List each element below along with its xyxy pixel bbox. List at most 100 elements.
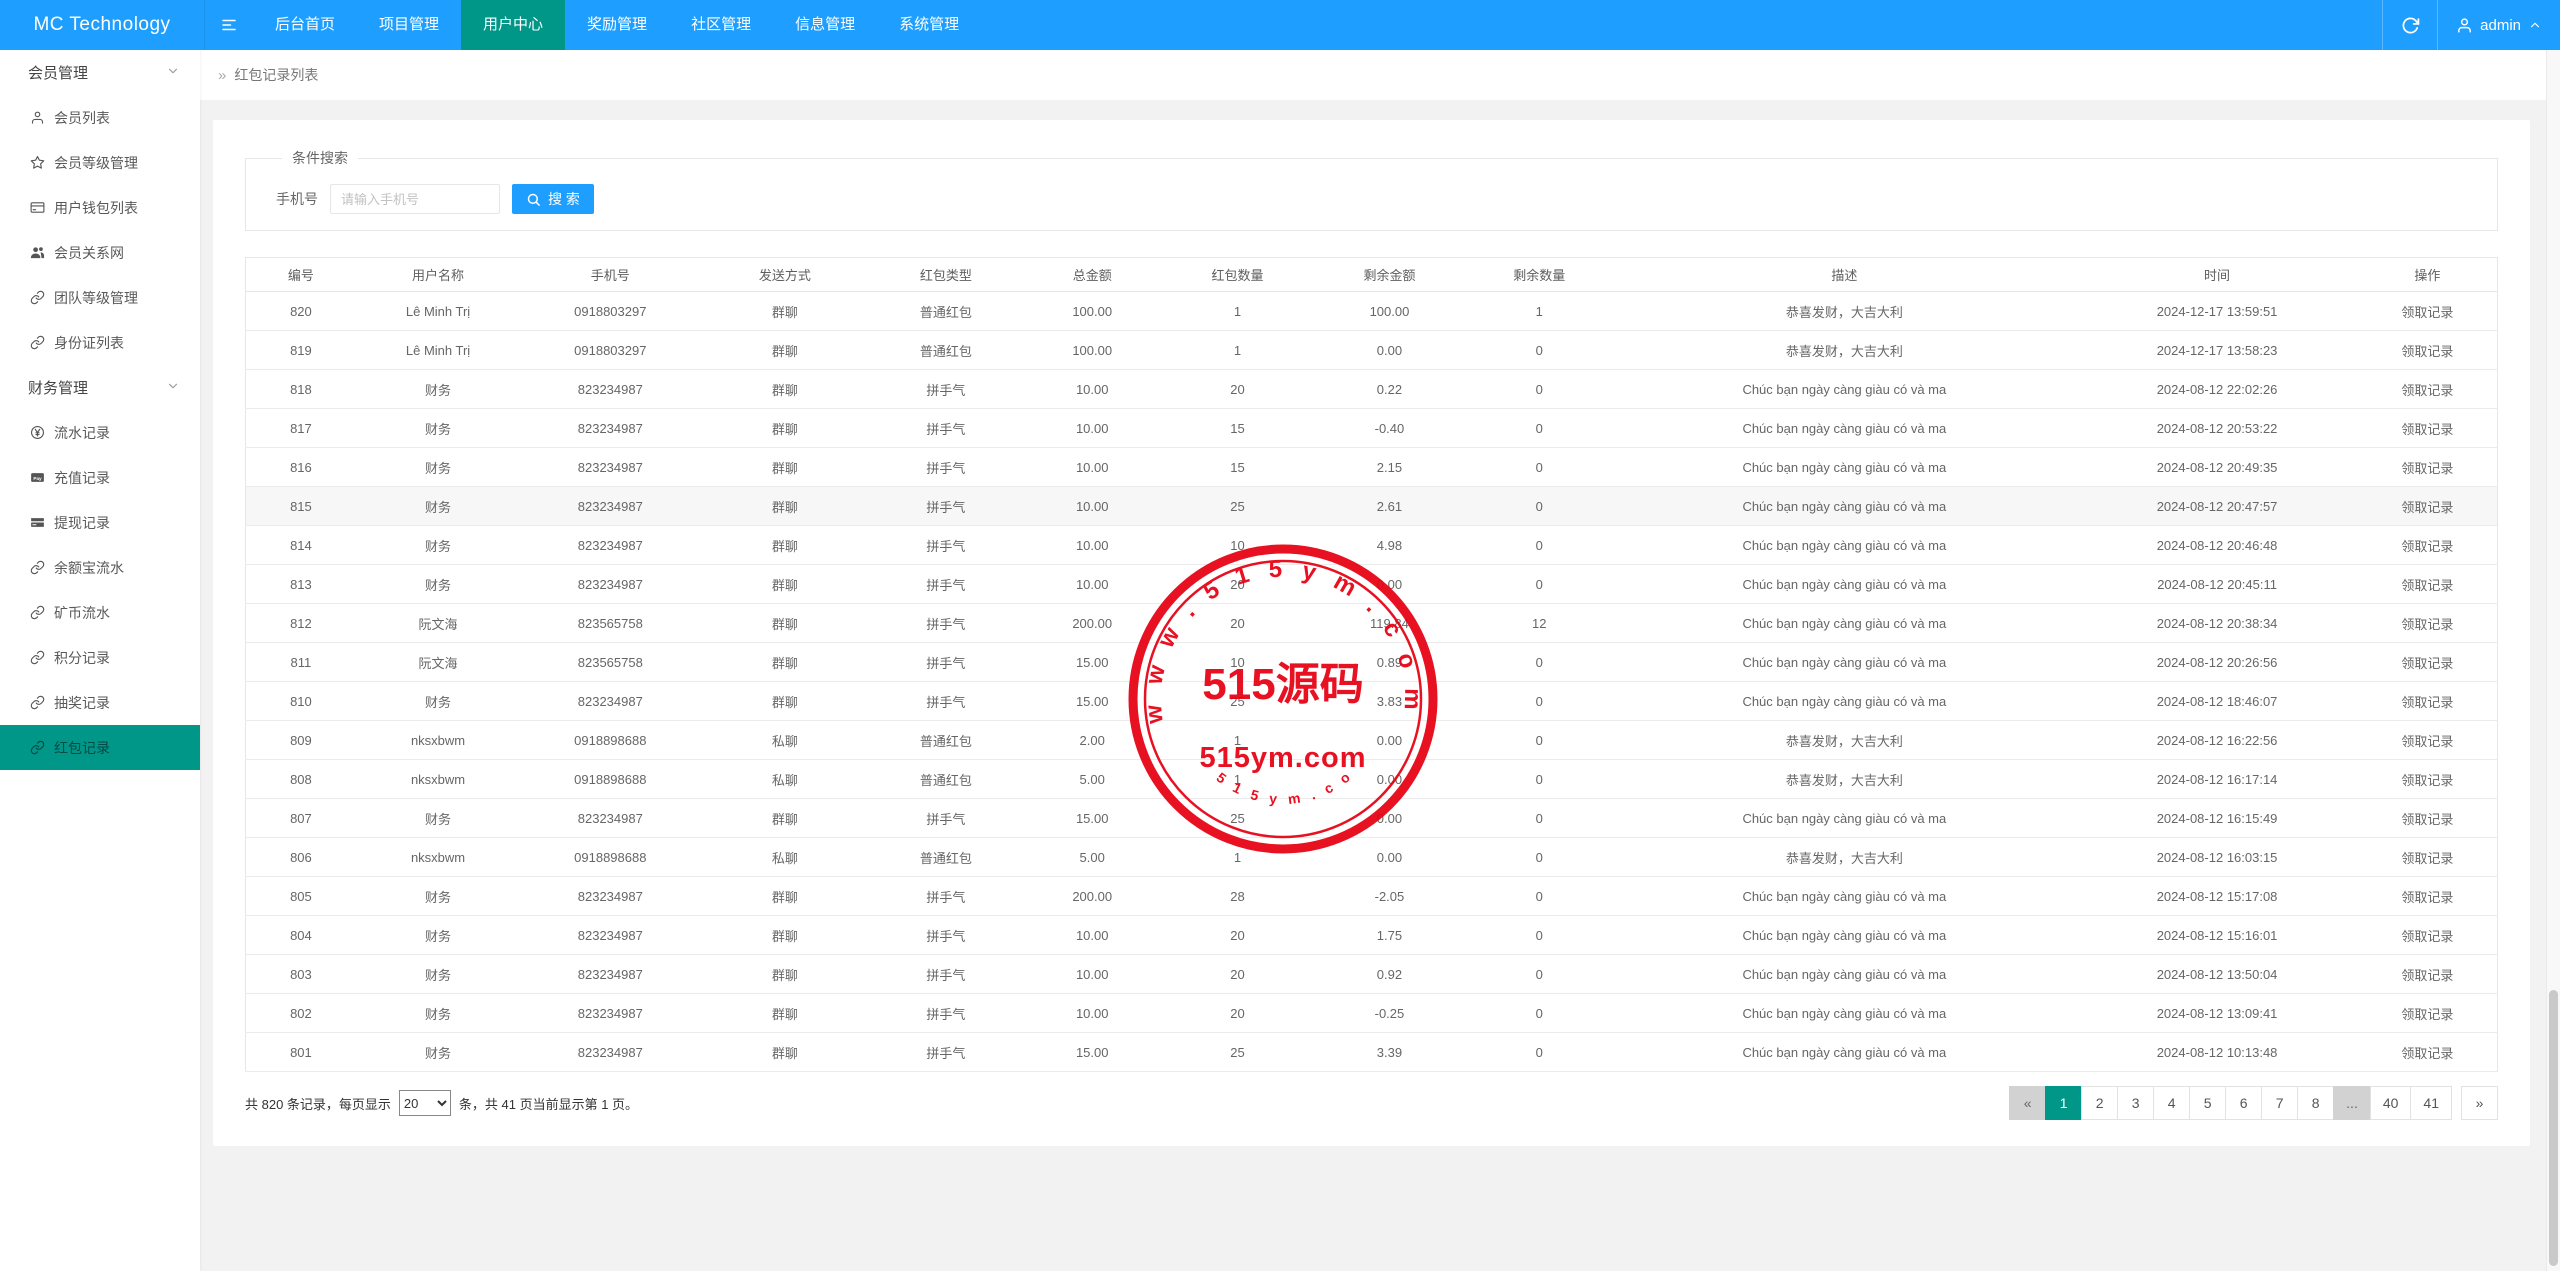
table-cell: 群聊 [700,330,870,370]
table-row: 814 财务 823234987 群聊 拼手气 10.00 10 4.98 0 Chúc bạn … [245,525,2498,565]
page-button[interactable]: 3 [2117,1086,2155,1120]
table-cell: 2024-08-12 20:53:22 [2076,408,2358,448]
sidebar-item-label: 红包记录 [54,739,110,756]
sidebar-item[interactable]: 流水记录 [0,410,200,455]
sidebar-item[interactable]: 积分记录 [0,635,200,680]
table-cell: 823234987 [520,876,701,916]
table-row: 818 财务 823234987 群聊 拼手气 10.00 20 0.22 0 Chúc bạn … [245,369,2498,409]
column-header: 总金额 [1022,257,1163,292]
phone-field-label: 手机号 [276,191,318,207]
claim-records-link[interactable]: 领取记录 [2401,968,2453,983]
refresh-button[interactable] [2382,0,2439,50]
sidebar-item[interactable]: 抽奖记录 [0,680,200,725]
claim-records-link[interactable]: 领取记录 [2401,929,2453,944]
page-button[interactable]: 2 [2081,1086,2119,1120]
claim-records-link[interactable]: 领取记录 [2401,305,2453,320]
records-summary: 共 820 条记录，每页显示 20 条，共 41 页当前显示第 1 页。 [245,1090,638,1116]
menu-toggle-icon[interactable] [205,0,253,50]
sidebar-item[interactable]: 团队等级管理 [0,275,200,320]
table-cell: 0.89 [1312,642,1467,682]
nav-item[interactable]: 社区管理 [669,0,773,50]
table-cell: 0 [1466,642,1613,682]
chevron-up-icon [2530,22,2540,28]
table-cell: 0 [1466,876,1613,916]
claim-records-link[interactable]: 领取记录 [2401,617,2453,632]
page-button[interactable]: 41 [2410,1086,2452,1120]
claim-records-link[interactable]: 领取记录 [2401,695,2453,710]
nav-item[interactable]: 后台首页 [253,0,357,50]
table-cell: 0.00 [1312,837,1467,877]
per-page-select[interactable]: 20 [398,1090,451,1116]
claim-records-link[interactable]: 领取记录 [2401,539,2453,554]
page-button[interactable]: 5 [2189,1086,2227,1120]
table-cell: 0 [1466,837,1613,877]
claim-records-link[interactable]: 领取记录 [2401,578,2453,593]
claim-records-link[interactable]: 领取记录 [2401,773,2453,788]
table-row: 801 财务 823234987 群聊 拼手气 15.00 25 3.39 0 Chúc bạn … [245,1032,2498,1072]
nav-item[interactable]: 信息管理 [773,0,877,50]
table-cell: 0.00 [1312,564,1467,604]
page-button[interactable]: » [2461,1086,2498,1120]
table-cell: 823565758 [520,642,701,682]
sidebar-item[interactable]: 会员列表 [0,95,200,140]
page-button[interactable]: « [2009,1086,2047,1120]
claim-records-link[interactable]: 领取记录 [2401,422,2453,437]
nav-item[interactable]: 用户中心 [461,0,566,50]
claim-records-link[interactable]: 领取记录 [2401,812,2453,827]
main-area: » 红包记录列表 条件搜索 手机号 搜 索 编号用户名称手机号发送方式红包类型总… [200,50,2560,1271]
table-cell: 1 [1162,720,1313,760]
claim-records-link[interactable]: 领取记录 [2401,1046,2453,1061]
claim-records-link[interactable]: 领取记录 [2401,344,2453,359]
table-cell: 823234987 [520,1032,701,1072]
user-menu[interactable]: admin [2438,0,2560,50]
claim-records-link[interactable]: 领取记录 [2401,734,2453,749]
table-cell: 财务 [355,798,521,838]
table-cell: 816 [245,447,356,487]
sidebar-item[interactable]: 身份证列表 [0,320,200,365]
table-cell: 15 [1162,447,1313,487]
claim-records-link[interactable]: 领取记录 [2401,461,2453,476]
table-cell: 1.75 [1312,915,1467,955]
nav-item[interactable]: 系统管理 [877,0,981,50]
sidebar-item[interactable]: 红包记录 [0,725,200,770]
sidebar-item[interactable]: Pay 充值记录 [0,455,200,500]
search-button[interactable]: 搜 索 [512,184,594,214]
nav-item[interactable]: 项目管理 [357,0,461,50]
page-title: 红包记录列表 [234,67,319,83]
scrollbar-thumb[interactable] [2549,990,2558,1266]
nav-item[interactable]: 奖励管理 [565,0,669,50]
claim-records-link[interactable]: 领取记录 [2401,500,2453,515]
claim-records-link[interactable]: 领取记录 [2401,383,2453,398]
table-cell: 804 [245,915,356,955]
page-button[interactable]: 8 [2297,1086,2335,1120]
page-button[interactable]: 7 [2261,1086,2299,1120]
table-cell-action: 领取记录 [2357,525,2498,565]
table-cell: Chúc bạn ngày càng giàu có và ma [1612,1032,2077,1072]
sidebar-group-title[interactable]: 财务管理 [0,365,200,410]
sidebar-item[interactable]: 会员等级管理 [0,140,200,185]
sidebar-item[interactable]: 余额宝流水 [0,545,200,590]
page-button[interactable]: 6 [2225,1086,2263,1120]
table-cell-action: 领取记录 [2357,603,2498,643]
page-button[interactable]: ... [2333,1086,2371,1120]
table-cell: 拼手气 [869,798,1023,838]
table-cell: 20 [1162,993,1313,1033]
claim-records-link[interactable]: 领取记录 [2401,1007,2453,1022]
page-button-current[interactable]: 1 [2045,1086,2083,1120]
sidebar-item[interactable]: 提现记录 [0,500,200,545]
phone-input[interactable] [330,184,500,214]
sidebar-item-label: 积分记录 [54,649,110,666]
sidebar-item[interactable]: 用户钱包列表 [0,185,200,230]
table-cell: 10.00 [1022,993,1163,1033]
sidebar-item[interactable]: 矿币流水 [0,590,200,635]
table-cell: 阮文海 [355,642,521,682]
claim-records-link[interactable]: 领取记录 [2401,890,2453,905]
claim-records-link[interactable]: 领取记录 [2401,851,2453,866]
sidebar-item[interactable]: 会员关系网 [0,230,200,275]
page-button[interactable]: 40 [2369,1086,2412,1120]
sidebar-group-title[interactable]: 会员管理 [0,50,200,95]
table-cell: 0918803297 [520,291,701,331]
page-button[interactable]: 4 [2153,1086,2191,1120]
claim-records-link[interactable]: 领取记录 [2401,656,2453,671]
table-cell: 恭喜发财，大吉大利 [1612,759,2077,799]
